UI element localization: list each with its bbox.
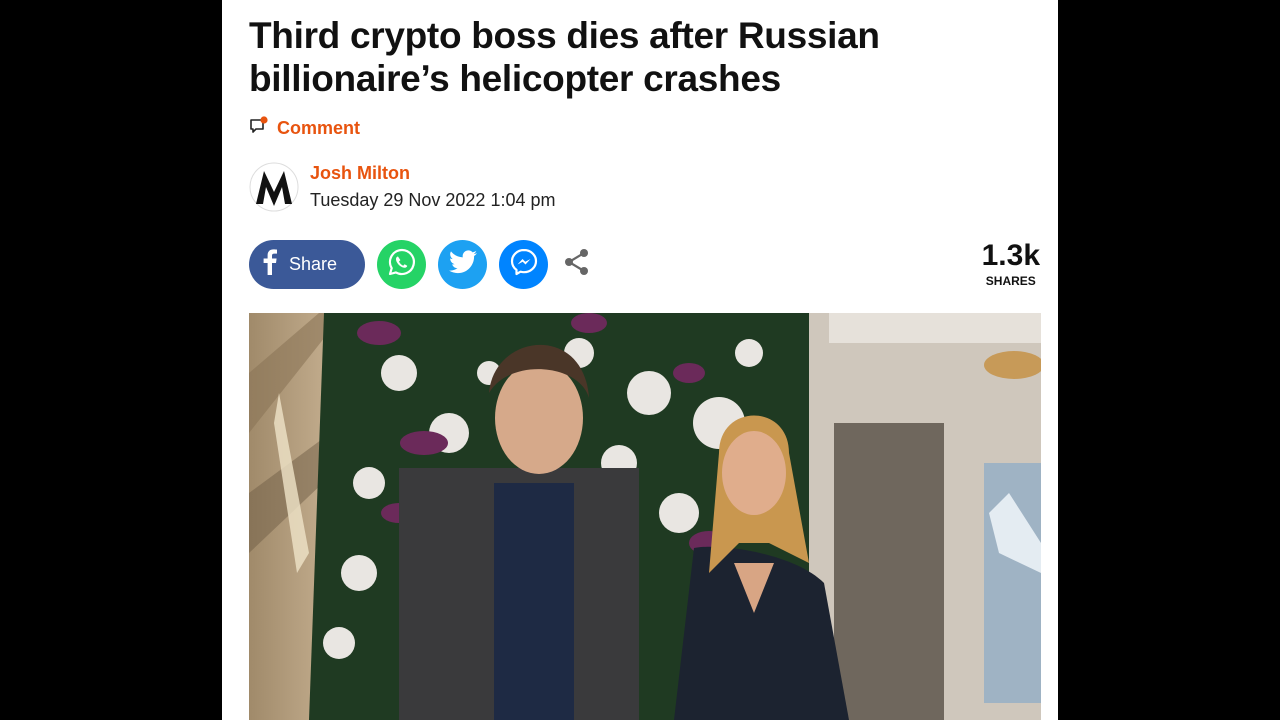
- twitter-icon: [448, 250, 477, 279]
- share-bar: Share: [249, 240, 592, 289]
- messenger-icon: [509, 247, 539, 282]
- facebook-icon: [263, 249, 277, 280]
- article-headline: Third crypto boss dies after Russian bil…: [249, 15, 880, 99]
- whatsapp-share-button[interactable]: [377, 240, 426, 289]
- whatsapp-icon: [387, 247, 417, 282]
- facebook-share-label: Share: [289, 254, 338, 274]
- author-name-link[interactable]: Josh Milton: [310, 162, 556, 184]
- article-photo: [249, 313, 1041, 720]
- author-byline: Josh Milton Tuesday 29 Nov 2022 1:04 pm: [249, 162, 556, 212]
- more-share-button[interactable]: [562, 240, 592, 289]
- comment-icon: [249, 116, 269, 141]
- messenger-share-button[interactable]: [499, 240, 548, 289]
- share-count-label: SHARES: [985, 274, 1036, 288]
- share-count: 1.3k SHARES: [982, 238, 1040, 288]
- facebook-share-button[interactable]: Share: [249, 240, 365, 289]
- share-count-number: 1.3k: [981, 239, 1040, 272]
- publish-date: Tuesday 29 Nov 2022 1:04 pm: [310, 190, 556, 210]
- comment-label: Comment: [277, 118, 361, 138]
- share-icon: [563, 247, 591, 282]
- avatar[interactable]: [249, 162, 299, 212]
- article-page: Third crypto boss dies after Russian bil…: [222, 0, 1058, 720]
- comment-link[interactable]: Comment: [249, 116, 360, 141]
- twitter-share-button[interactable]: [438, 240, 487, 289]
